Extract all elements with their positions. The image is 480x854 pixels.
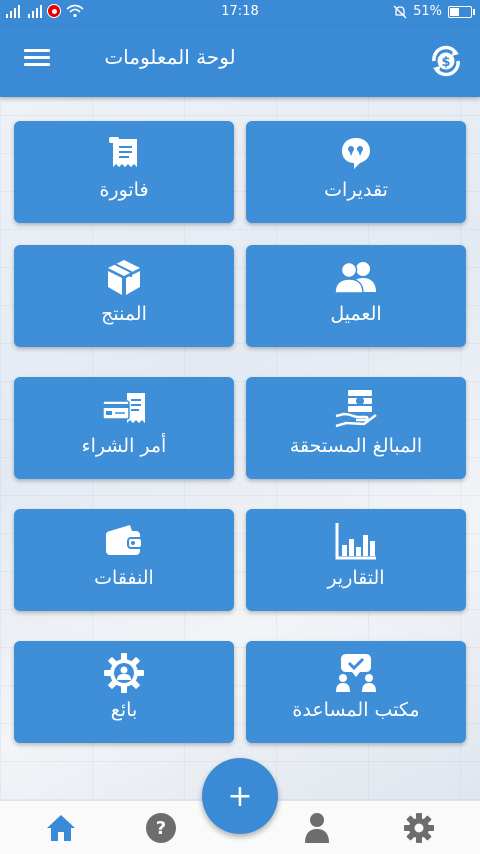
app-bar: لوحة المعلومات $ bbox=[0, 25, 480, 97]
nav-settings[interactable] bbox=[402, 811, 436, 845]
add-button[interactable]: + bbox=[202, 758, 278, 834]
tile-customer[interactable]: العميل bbox=[246, 245, 466, 347]
nav-home[interactable] bbox=[44, 811, 78, 845]
tile-label: بائع bbox=[110, 699, 138, 721]
tile-label: التقارير bbox=[327, 567, 385, 589]
tile-label: أمر الشراء bbox=[81, 435, 167, 457]
tile-helpdesk[interactable]: مكتب المساعدة bbox=[246, 641, 466, 743]
status-bar: 17:18 51% bbox=[0, 0, 480, 25]
receipt-icon bbox=[109, 137, 137, 167]
svg-text:$: $ bbox=[441, 55, 450, 70]
tile-label: تقديرات bbox=[324, 179, 388, 201]
settings-icon bbox=[404, 813, 434, 843]
menu-icon bbox=[24, 49, 50, 52]
help-icon: ? bbox=[146, 813, 176, 843]
tile-product[interactable]: المنتج bbox=[14, 245, 234, 347]
menu-button[interactable] bbox=[20, 45, 54, 77]
tile-label: مكتب المساعدة bbox=[292, 699, 420, 721]
wallet-icon bbox=[106, 525, 143, 555]
battery-icon bbox=[448, 5, 475, 18]
tile-invoice[interactable]: فاتورة bbox=[14, 121, 234, 223]
page-title: لوحة المعلومات bbox=[104, 45, 236, 69]
battery-percent: 51% bbox=[413, 4, 442, 19]
tile-estimates[interactable]: تقديرات bbox=[246, 121, 466, 223]
sync-dollar-icon[interactable]: $ bbox=[426, 41, 466, 81]
tile-expenses[interactable]: النفقات bbox=[14, 509, 234, 611]
tile-purchase-order[interactable]: أمر الشراء bbox=[14, 377, 234, 479]
bar-chart-icon bbox=[335, 523, 376, 560]
box-icon bbox=[108, 260, 140, 295]
tile-label: المبالغ المستحقة bbox=[289, 435, 423, 457]
home-icon bbox=[47, 815, 75, 841]
tile-label: فاتورة bbox=[99, 179, 149, 201]
tile-label: النفقات bbox=[94, 567, 154, 589]
customers-icon bbox=[334, 261, 376, 294]
nav-help[interactable]: ? bbox=[144, 811, 178, 845]
user-icon bbox=[305, 813, 329, 843]
money-hand-icon bbox=[335, 390, 377, 428]
svg-text:?: ? bbox=[156, 818, 166, 839]
tile-reports[interactable]: التقارير bbox=[246, 509, 466, 611]
tile-receivables[interactable]: المبالغ المستحقة bbox=[246, 377, 466, 479]
purchase-order-icon bbox=[102, 393, 145, 423]
quote-bubble-icon bbox=[342, 138, 370, 169]
helpdesk-icon bbox=[336, 654, 376, 692]
mute-icon bbox=[393, 5, 407, 18]
tile-label: العميل bbox=[330, 303, 382, 325]
tile-label: المنتج bbox=[101, 303, 147, 325]
vendor-gear-icon bbox=[104, 653, 144, 693]
dashboard-grid: تقديرات فاتورة العميل المنتج المبالغ الم… bbox=[0, 97, 480, 800]
nav-profile[interactable] bbox=[300, 811, 334, 845]
tile-vendor[interactable]: بائع bbox=[14, 641, 234, 743]
